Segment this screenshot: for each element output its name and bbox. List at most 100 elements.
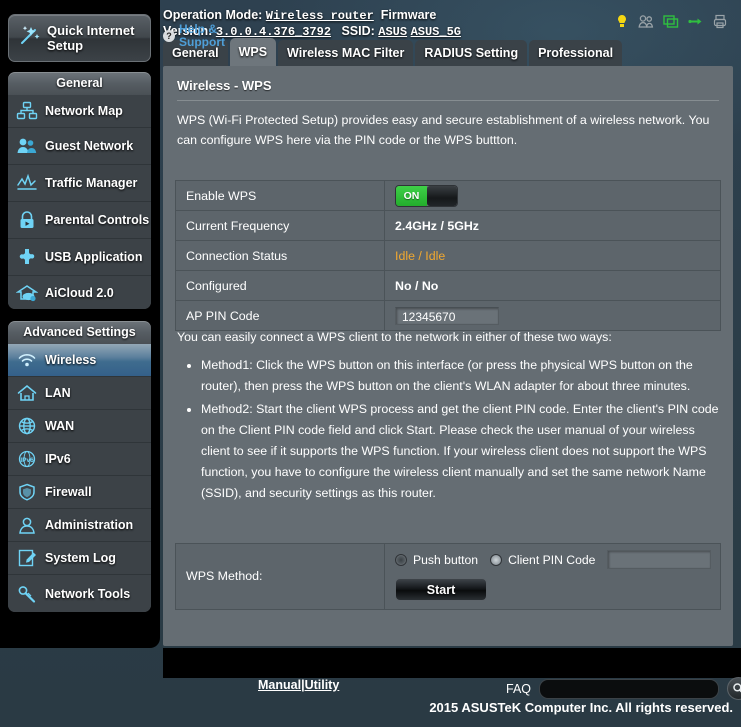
magnifier-icon[interactable] [727, 677, 741, 700]
magic-wand-icon [15, 22, 43, 55]
toggle-knob [427, 185, 457, 206]
clients-users-icon[interactable] [638, 14, 654, 34]
wps-method-options: Push button Client PIN Code [395, 550, 720, 569]
wps-method-table: WPS Method: Push button Client PIN Code … [175, 543, 721, 610]
sidebar-item-administration[interactable]: Administration [8, 509, 151, 542]
sidebar-item-wireless-label: Wireless [45, 353, 97, 367]
guest-network-icon [14, 134, 40, 158]
wan-globe-icon [14, 414, 40, 438]
client-pin-code-input[interactable] [607, 550, 712, 569]
sidebar-item-network-tools[interactable]: Network Tools [8, 575, 151, 612]
sidebar-item-parental-controls[interactable]: Parental Controls [8, 202, 151, 239]
sidebar-group-general-header: General [8, 72, 151, 95]
administration-user-icon [14, 513, 40, 537]
network-tools-icon [14, 582, 40, 606]
ipv6-icon: IPv6 [14, 447, 40, 471]
tab-radius-setting[interactable]: RADIUS Setting [415, 40, 528, 66]
traffic-manager-icon [14, 171, 40, 195]
content-panel: Wireless - WPS WPS (Wi-Fi Protected Setu… [163, 66, 733, 646]
help-and-support-link[interactable]: ? Help & Support [163, 23, 233, 49]
usb-icon[interactable] [688, 14, 704, 34]
sidebar-item-firewall[interactable]: Firewall [8, 476, 151, 509]
sidebar-item-system-log[interactable]: System Log [8, 542, 151, 575]
enable-wps-value-cell: ON [384, 180, 721, 211]
ways-intro: You can easily connect a WPS client to t… [177, 330, 612, 344]
radio-push-button-label: Push button [413, 552, 479, 567]
list-item: Method1: Click the WPS button on this in… [201, 355, 725, 397]
quick-internet-setup-label: Quick Internet Setup [47, 23, 135, 53]
faq-label: FAQ [506, 681, 532, 696]
sidebar-item-guest-network[interactable]: Guest Network [8, 128, 151, 165]
connection-status-label: Connection Status [175, 240, 385, 271]
sidebar-item-aicloud[interactable]: AiCloud 2.0 [8, 276, 151, 309]
ap-pin-code-field[interactable]: 12345670 [395, 306, 499, 325]
sidebar-item-wan-label: WAN [45, 419, 75, 433]
sidebar-item-usb-application[interactable]: USB Application [8, 239, 151, 276]
ssid-value-5g: ASUS_5G [410, 25, 461, 39]
footer-black-band [163, 648, 741, 678]
connection-status-value-cell: Idle / Idle [384, 240, 721, 271]
help-and-support-label: Help & Support [179, 22, 225, 49]
ssid-value-2g: ASUS [378, 25, 408, 39]
monitor-icon[interactable] [663, 14, 679, 34]
configured-value: No / No [384, 270, 721, 301]
sidebar: Quick Internet Setup General Network Map… [0, 0, 160, 648]
sidebar-item-guest-network-label: Guest Network [45, 139, 134, 153]
sidebar-item-lan[interactable]: LAN [8, 377, 151, 410]
current-frequency-value: 2.4GHz / 5GHz [384, 210, 721, 241]
page-title: Wireless - WPS [177, 78, 272, 93]
sidebar-item-ipv6-label: IPv6 [45, 452, 71, 466]
list-item: Method2: Start the client WPS process an… [201, 399, 725, 504]
top-header: Operation Mode: Wireless router Firmware… [163, 8, 733, 39]
table-row: AP PIN Code 12345670 [175, 300, 721, 331]
sidebar-item-wan[interactable]: WAN [8, 410, 151, 443]
notification-bulb-icon[interactable] [615, 14, 629, 34]
faq-search-area: FAQ [506, 677, 741, 700]
utility-link[interactable]: Utility [305, 678, 340, 692]
tab-wps[interactable]: WPS [229, 38, 277, 66]
sidebar-item-ipv6[interactable]: IPv6 IPv6 [8, 443, 151, 476]
sidebar-item-firewall-label: Firewall [45, 485, 92, 499]
table-row: Current Frequency 2.4GHz / 5GHz [175, 210, 721, 241]
sidebar-item-parental-controls-label: Parental Controls [45, 213, 150, 227]
sidebar-item-lan-label: LAN [45, 386, 71, 400]
methods-list: Method1: Click the WPS button on this in… [177, 355, 725, 504]
tab-professional[interactable]: Professional [529, 40, 623, 66]
sidebar-item-system-log-label: System Log [45, 551, 116, 565]
wps-method-controls: Push button Client PIN Code Start [384, 543, 721, 610]
table-row: Configured No / No [175, 270, 721, 301]
svg-text:IPv6: IPv6 [20, 457, 34, 464]
operation-mode-value[interactable]: Wireless router [266, 9, 374, 23]
sidebar-item-network-map[interactable]: Network Map [8, 95, 151, 128]
network-map-icon [14, 99, 40, 123]
wireless-icon [14, 348, 40, 372]
usb-application-icon [14, 245, 40, 269]
sidebar-item-traffic-manager[interactable]: Traffic Manager [8, 165, 151, 202]
radio-client-pin-code-label: Client PIN Code [508, 552, 596, 567]
radio-client-pin-code[interactable] [490, 553, 503, 566]
enable-wps-toggle[interactable]: ON [395, 184, 458, 207]
faq-search-input[interactable] [539, 678, 720, 699]
ap-pin-code-value-cell: 12345670 [384, 300, 721, 331]
version-value: 3.0.0.4.376_3792 [215, 25, 332, 39]
start-button[interactable]: Start [395, 578, 487, 601]
sidebar-item-administration-label: Administration [45, 518, 134, 532]
sidebar-group-advanced-menu: Wireless LAN WAN IPv6 IPv6 Firewall Admi… [8, 344, 151, 612]
firmware-label: Firmware [380, 8, 437, 22]
table-row: WPS Method: Push button Client PIN Code … [175, 543, 721, 610]
radio-push-button[interactable] [395, 553, 407, 566]
sidebar-group-general-menu: Network Map Guest Network Traffic Manage… [8, 95, 151, 309]
router-admin-page: Quick Internet Setup General Network Map… [0, 0, 741, 727]
sidebar-item-traffic-manager-label: Traffic Manager [45, 176, 138, 190]
tab-wireless-mac-filter[interactable]: Wireless MAC Filter [278, 40, 414, 66]
lan-home-icon [14, 381, 40, 405]
sidebar-item-network-tools-label: Network Tools [45, 586, 131, 601]
quick-internet-setup-button[interactable]: Quick Internet Setup [8, 14, 151, 62]
configured-label: Configured [175, 270, 385, 301]
table-row: Enable WPS ON [175, 180, 721, 211]
sidebar-item-wireless[interactable]: Wireless [8, 344, 151, 377]
printer-icon[interactable] [713, 14, 727, 34]
intro-text: WPS (Wi-Fi Protected Setup) provides eas… [177, 113, 710, 147]
enable-wps-label: Enable WPS [175, 180, 385, 211]
manual-link[interactable]: Manual [258, 678, 301, 692]
